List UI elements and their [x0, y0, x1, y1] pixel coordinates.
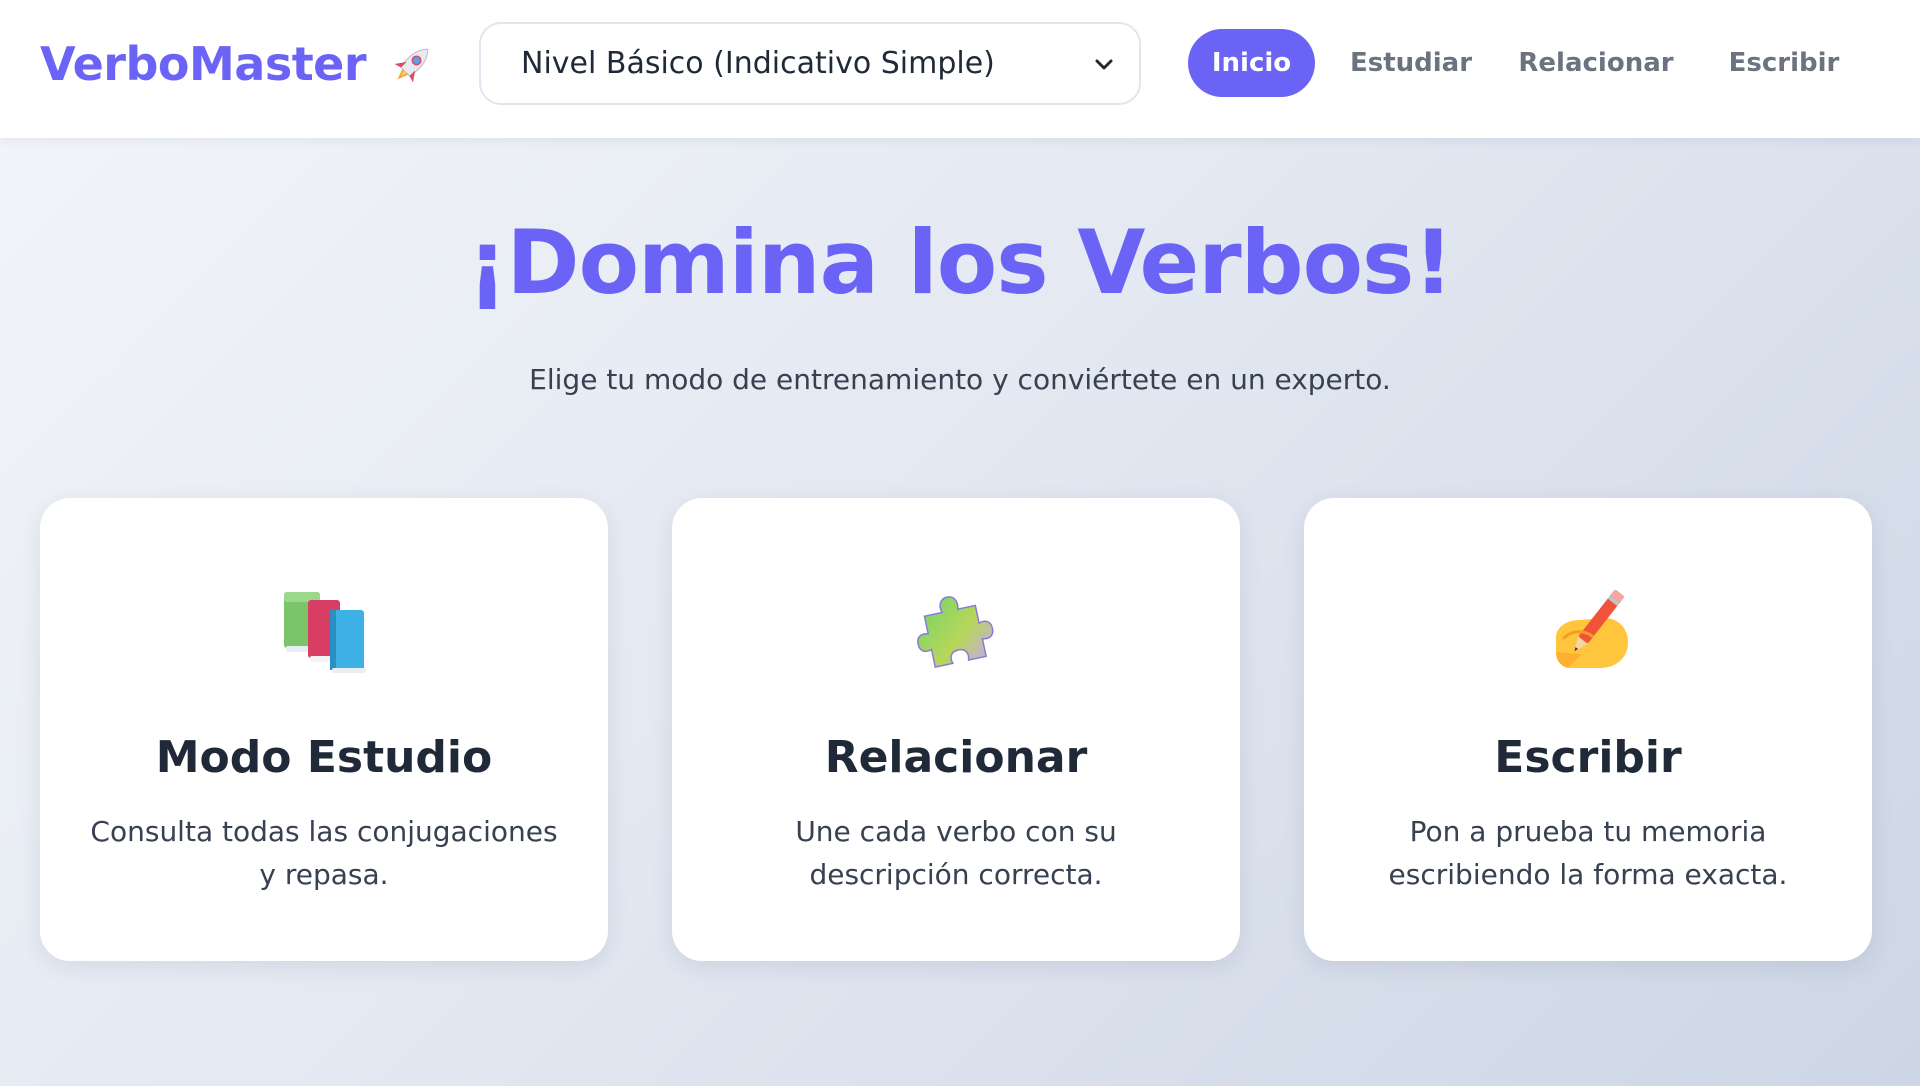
card-title: Modo Estudio: [155, 732, 493, 783]
card-description: Consulta todas las conjugaciones y repas…: [90, 815, 558, 891]
card-relacionar[interactable]: Relacionar Une cada verbo con su descrip…: [672, 498, 1240, 961]
nav-item-estudiar[interactable]: Estudiar: [1339, 29, 1483, 97]
rocket-icon: [394, 48, 429, 83]
nav-item-inicio[interactable]: Inicio: [1188, 29, 1315, 97]
books-icon: [284, 592, 366, 673]
page-subtitle: Elige tu modo de entrenamiento y conviér…: [529, 363, 1391, 396]
card-description: Une cada verbo con su descripción correc…: [795, 815, 1117, 891]
card-title: Relacionar: [824, 732, 1088, 783]
page-title: ¡Domina los Verbos!: [467, 211, 1453, 314]
nav-item-escribir[interactable]: Escribir: [1709, 29, 1859, 97]
card-modo-estudio[interactable]: Modo Estudio Consulta todas las conjugac…: [40, 498, 608, 961]
top-navbar: VerboMaster Nivel Básico (Indicativo Sim…: [0, 0, 1920, 138]
card-title: Escribir: [1494, 732, 1682, 783]
puzzle-icon: [917, 596, 994, 669]
card-escribir[interactable]: Escribir Pon a prueba tu memoria escribi…: [1304, 498, 1872, 961]
chevron-down-icon: [1095, 59, 1113, 69]
logo[interactable]: VerboMaster: [40, 32, 440, 96]
level-select[interactable]: Nivel Básico (Indicativo Simple): [479, 22, 1141, 105]
main-nav: Inicio Estudiar Relacionar Escribir: [1188, 29, 1859, 97]
level-select-value: Nivel Básico (Indicativo Simple): [521, 46, 995, 81]
card-description: Pon a prueba tu memoria escribiendo la f…: [1388, 815, 1788, 891]
nav-item-relacionar[interactable]: Relacionar: [1507, 29, 1685, 97]
logo-text: VerboMaster: [40, 37, 367, 91]
writing-hand-icon: [1556, 590, 1628, 668]
